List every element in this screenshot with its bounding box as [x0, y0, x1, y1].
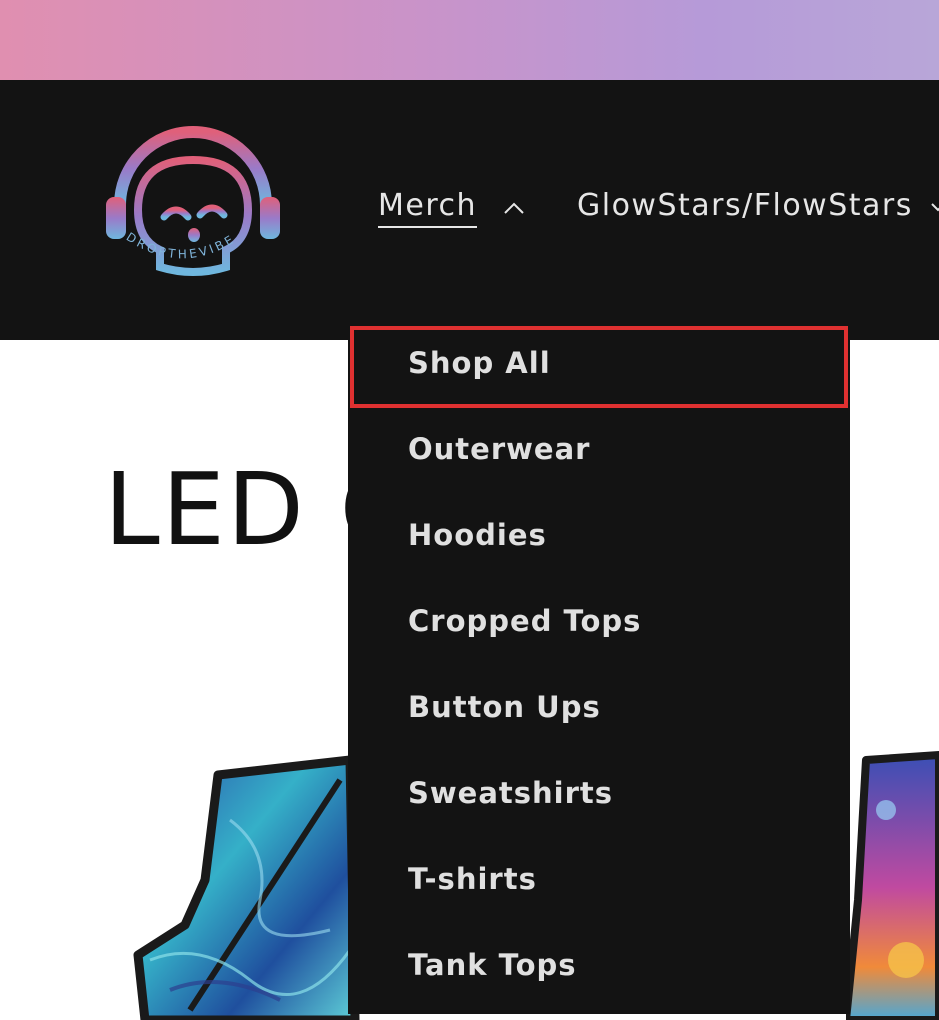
menu-item-cropped-tops[interactable]: Cropped Tops — [408, 604, 641, 638]
nav-merch-label: Merch — [378, 188, 478, 228]
merch-dropdown-menu: Shop All Outerwear Hoodies Cropped Tops … — [348, 322, 850, 1014]
chevron-down-icon[interactable] — [928, 198, 939, 218]
menu-item-t-shirts[interactable]: T-shirts — [408, 862, 537, 896]
collection-title-wrapper: LED C — [104, 450, 354, 570]
nav-merch[interactable]: Merch — [378, 188, 478, 228]
announcement-bar — [0, 0, 939, 80]
nav-glowstars[interactable]: GlowStars/FlowStars — [577, 188, 913, 223]
nav-glowstars-label: GlowStars/FlowStars — [577, 188, 913, 223]
menu-item-tank-tops[interactable]: Tank Tops — [408, 948, 577, 982]
menu-item-button-ups[interactable]: Button Ups — [408, 690, 601, 724]
menu-item-sweatshirts[interactable]: Sweatshirts — [408, 776, 613, 810]
product-image[interactable] — [130, 740, 360, 1020]
menu-item-outerwear[interactable]: Outerwear — [408, 432, 590, 466]
site-logo[interactable]: DROPTHEVIBE — [98, 105, 288, 295]
chevron-up-icon[interactable] — [500, 198, 528, 218]
menu-item-hoodies[interactable]: Hoodies — [408, 518, 547, 552]
product-image[interactable] — [846, 750, 939, 1020]
page-title: LED C — [104, 451, 354, 568]
highlight-box — [350, 326, 848, 408]
